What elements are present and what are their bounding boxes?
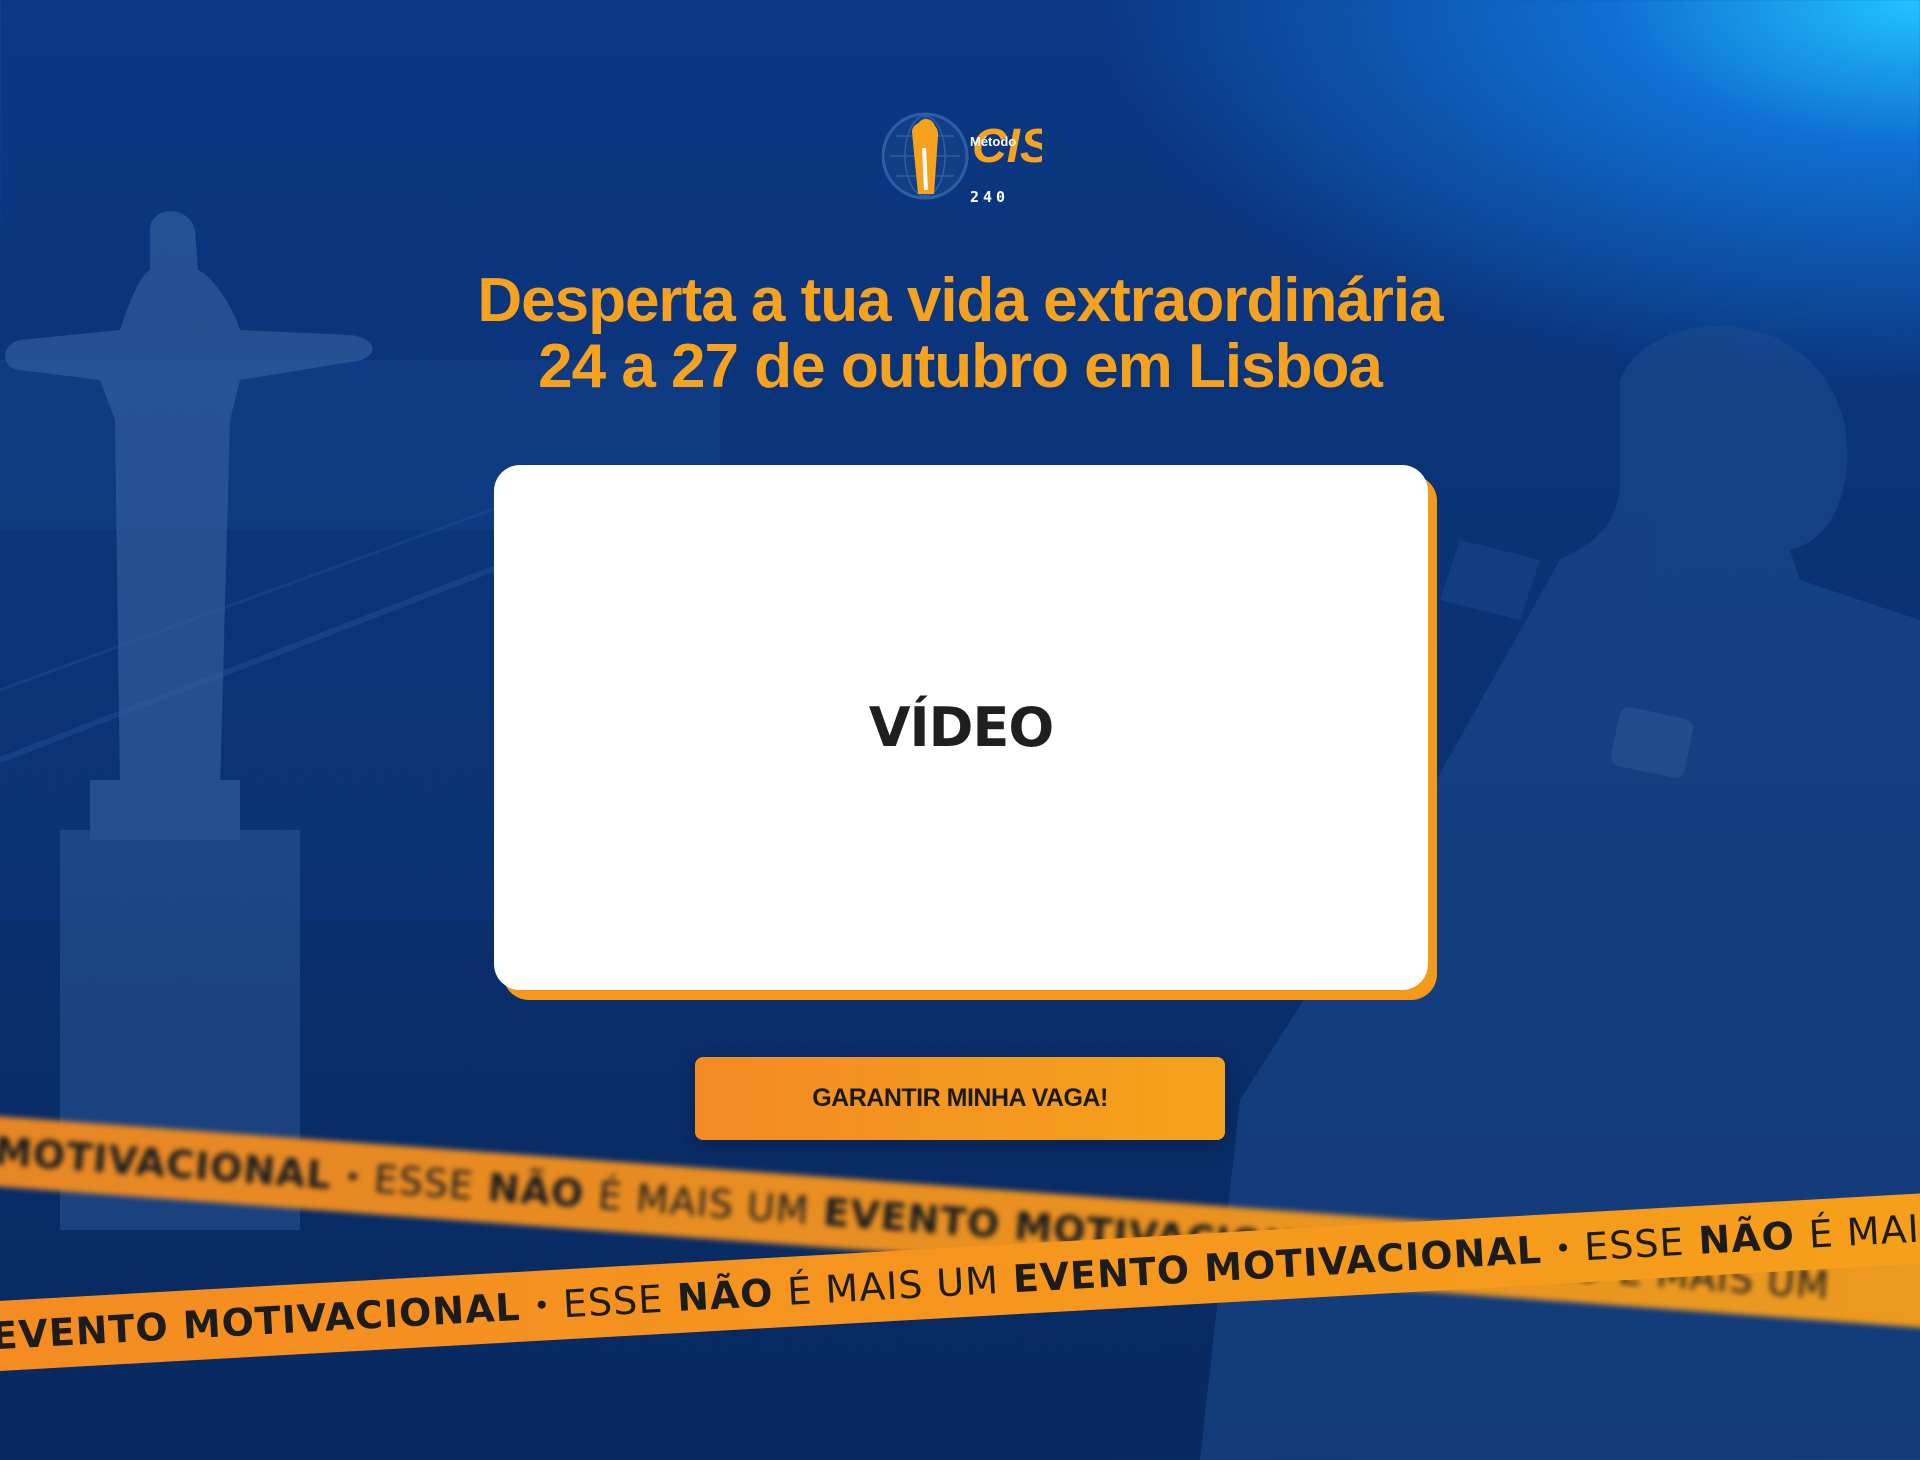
guarantee-spot-button[interactable]: GARANTIR MINHA VAGA! xyxy=(695,1057,1225,1140)
ticker-strong-text: NÃO xyxy=(486,1165,586,1217)
ticker-separator: • xyxy=(535,1288,548,1322)
logo-sub-text: 240 xyxy=(970,188,1009,206)
ticker-light-text: ESSE xyxy=(372,1157,476,1209)
video-player[interactable]: VÍDEO xyxy=(494,465,1428,990)
ticker-strong-text: NÃO xyxy=(1697,1213,1797,1263)
metodo-cis-240-logo: CIS Método 240 xyxy=(882,112,1042,206)
ticker-light-text: É MAIS UM xyxy=(1807,1201,1920,1257)
video-placeholder-label: VÍDEO xyxy=(868,696,1055,759)
headline-line-2: 24 a 27 de outubro em Lisboa xyxy=(538,332,1383,401)
ticker-light-text: ESSE xyxy=(561,1276,665,1327)
ticker-strong-text: EVENTO MOTIVACIONAL xyxy=(0,1284,522,1359)
hero-headline: Desperta a tua vida extraordinária 24 a … xyxy=(0,268,1920,400)
ticker-separator: • xyxy=(1556,1231,1570,1265)
headline-line-1: Desperta a tua vida extraordinária xyxy=(477,266,1443,335)
ticker-light-text: É MAIS UM xyxy=(596,1173,812,1233)
ticker-light-text: É MAIS UM xyxy=(786,1258,1001,1314)
ticker-segment: EVENTO MOTIVACIONAL • ESSE NÃO É MAIS UM xyxy=(0,1257,1014,1358)
ticker-strong-text: EVENTO MOTIVACIONAL xyxy=(0,1115,334,1198)
logo-script-text: Método xyxy=(970,134,1016,149)
ticker-strong-text: NÃO xyxy=(675,1270,775,1321)
ticker-separator: • xyxy=(346,1160,360,1194)
ticker-light-text: ESSE xyxy=(1583,1219,1686,1270)
